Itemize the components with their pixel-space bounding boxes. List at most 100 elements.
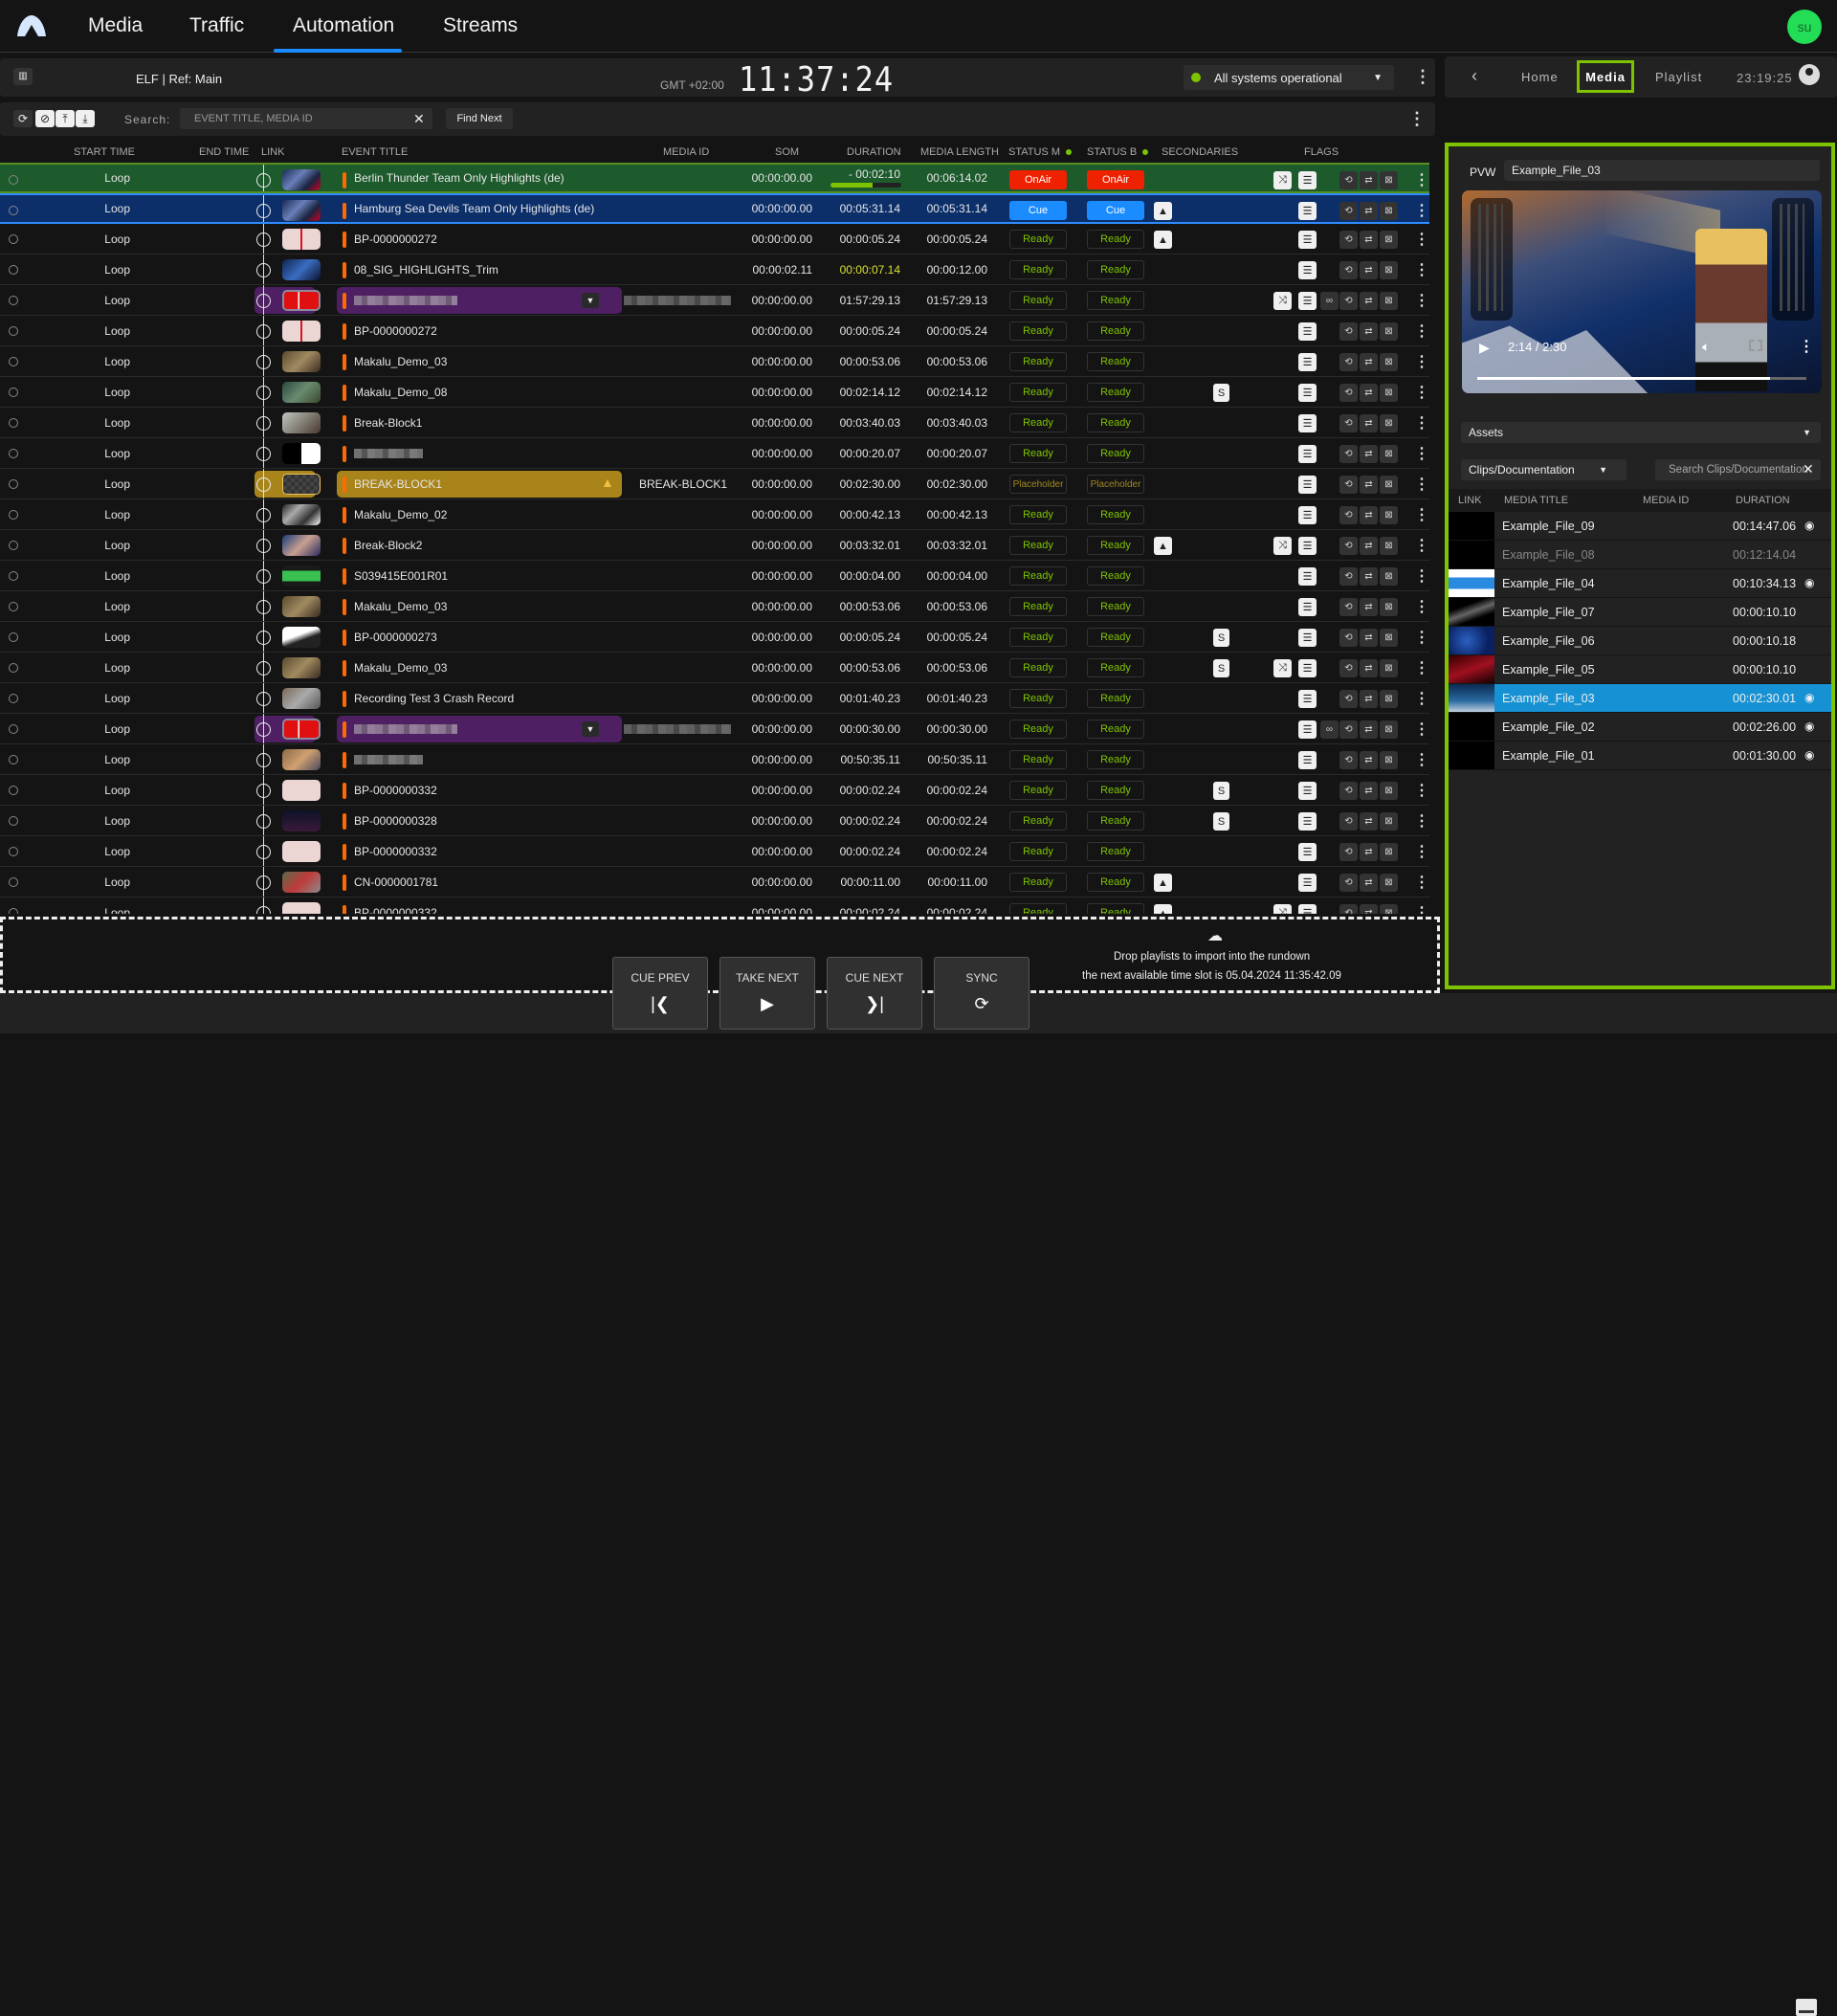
media-thumbnail[interactable]	[282, 229, 321, 250]
col-end-time[interactable]: END TIME	[199, 146, 249, 158]
swap-flag-icon[interactable]: ⇄	[1360, 782, 1378, 800]
table-row[interactable]: Loop ▼ 00:00:00.00 01:57:29.13 01:57:29.13 Re…	[0, 285, 1429, 316]
image-secondary-icon[interactable]: ▲	[1154, 231, 1172, 249]
image-secondary-icon[interactable]: ▲	[1154, 202, 1172, 220]
link-toggle[interactable]	[256, 631, 271, 645]
video-off-icon[interactable]: ⊠	[1380, 414, 1398, 432]
swap-flag-icon[interactable]: ⇄	[1360, 476, 1378, 494]
preview-file-field[interactable]: Example_File_03	[1504, 160, 1820, 181]
media-thumbnail[interactable]	[282, 443, 321, 464]
subtitle-secondary-icon[interactable]: S	[1213, 384, 1229, 402]
col-secondaries[interactable]: SECONDARIES	[1162, 146, 1238, 158]
swap-flag-icon[interactable]: ⇄	[1360, 659, 1378, 677]
link-toggle[interactable]	[256, 263, 271, 277]
media-list-item[interactable]: Example_File_09 00:14:47.06 ◉	[1449, 512, 1831, 541]
video-off-icon[interactable]: ⊠	[1380, 904, 1398, 914]
table-row[interactable]: Loop 08_SIG_HIGHLIGHTS_Trim 00:00:02.11 00:…	[0, 255, 1429, 285]
align-top-icon[interactable]: ⤒	[55, 110, 75, 127]
table-row[interactable]: Loop BREAK-BLOCK1 ▲ BREAK-BLOCK1 00:00:00.00…	[0, 469, 1429, 499]
row-menu-icon[interactable]: ⋮	[1414, 170, 1429, 189]
link-toggle[interactable]	[256, 845, 271, 859]
video-off-icon[interactable]: ⊠	[1380, 537, 1398, 555]
playlist-flag-icon[interactable]: ☰	[1298, 720, 1317, 739]
playlist-flag-icon[interactable]: ☰	[1298, 751, 1317, 769]
event-title[interactable]: Berlin Thunder Team Only Highlights (de)	[354, 165, 622, 191]
link-toggle[interactable]	[256, 784, 271, 798]
video-off-icon[interactable]: ⊠	[1380, 292, 1398, 310]
player-menu-icon[interactable]: ⋮	[1799, 337, 1814, 356]
repeat-flag-icon[interactable]: ⟲	[1339, 598, 1358, 616]
repeat-flag-icon[interactable]: ⟲	[1339, 629, 1358, 647]
repeat-flag-icon[interactable]: ⟲	[1339, 414, 1358, 432]
swap-flag-icon[interactable]: ⇄	[1360, 506, 1378, 524]
video-off-icon[interactable]: ⊠	[1380, 598, 1398, 616]
table-row[interactable]: Loop 00:00:00.00 00:00:20.07 00:00:20.07 Rea…	[0, 438, 1429, 469]
event-title[interactable]: BREAK-BLOCK1	[354, 469, 622, 498]
media-thumbnail[interactable]	[282, 412, 321, 433]
swap-flag-icon[interactable]: ⇄	[1360, 567, 1378, 586]
shuffle-icon[interactable]: ⤨	[1273, 292, 1292, 310]
repeat-flag-icon[interactable]: ⟲	[1339, 476, 1358, 494]
eye-icon[interactable]: ◉	[1804, 748, 1814, 762]
shuffle-icon[interactable]: ⤨	[1273, 171, 1292, 189]
event-title[interactable]: Makalu_Demo_03	[354, 346, 622, 376]
link-toggle[interactable]	[256, 600, 271, 614]
eye-icon[interactable]: ◉	[1804, 576, 1814, 589]
media-thumbnail[interactable]	[282, 351, 321, 372]
timer-off-icon[interactable]: ⊘	[35, 110, 55, 127]
video-off-icon[interactable]: ⊠	[1380, 751, 1398, 769]
event-title[interactable]: Hamburg Sea Devils Team Only Highlights …	[354, 195, 622, 222]
side-tab-media[interactable]: Media	[1577, 60, 1634, 93]
link-toggle[interactable]	[256, 173, 271, 188]
video-off-icon[interactable]: ⊠	[1380, 384, 1398, 402]
col-event-title[interactable]: EVENT TITLE	[342, 146, 408, 158]
repeat-flag-icon[interactable]: ⟲	[1339, 567, 1358, 586]
row-menu-icon[interactable]: ⋮	[1414, 475, 1429, 494]
link-toggle[interactable]	[256, 204, 271, 218]
swap-flag-icon[interactable]: ⇄	[1360, 414, 1378, 432]
playlist-flag-icon[interactable]: ☰	[1298, 812, 1317, 831]
row-menu-icon[interactable]: ⋮	[1414, 750, 1429, 769]
video-off-icon[interactable]: ⊠	[1380, 843, 1398, 861]
media-thumbnail[interactable]	[282, 872, 321, 893]
col-duration[interactable]: DURATION	[847, 146, 901, 158]
col-media-length[interactable]: MEDIA LENGTH	[920, 146, 999, 158]
video-off-icon[interactable]: ⊠	[1380, 353, 1398, 371]
table-row[interactable]: Loop Hamburg Sea Devils Team Only Highlig…	[0, 193, 1429, 224]
account-circle-icon[interactable]	[1799, 64, 1820, 85]
assets-select[interactable]: Assets ▼	[1461, 422, 1821, 443]
chevron-down-icon[interactable]: ▼	[582, 293, 599, 308]
row-menu-icon[interactable]: ⋮	[1414, 628, 1429, 647]
media-thumbnail[interactable]	[282, 657, 321, 678]
event-title[interactable]: BP-0000000273	[354, 622, 622, 652]
link-toggle[interactable]	[256, 233, 271, 247]
media-thumbnail[interactable]	[282, 841, 321, 862]
playlist-flag-icon[interactable]: ☰	[1298, 261, 1317, 279]
media-col-title[interactable]: MEDIA TITLE	[1504, 495, 1568, 506]
link-toggle[interactable]	[256, 324, 271, 339]
swap-flag-icon[interactable]: ⇄	[1360, 751, 1378, 769]
repeat-flag-icon[interactable]: ⟲	[1339, 751, 1358, 769]
playlist-flag-icon[interactable]: ☰	[1298, 476, 1317, 494]
table-row[interactable]: Loop 00:00:00.00 00:50:35.11 00:50:35.11 Rea…	[0, 744, 1429, 775]
repeat-flag-icon[interactable]: ⟲	[1339, 202, 1358, 220]
event-title[interactable]: BP-0000000332	[354, 775, 622, 805]
media-thumbnail[interactable]	[282, 596, 321, 617]
media-thumbnail[interactable]	[282, 627, 321, 648]
media-list-item[interactable]: Example_File_05 00:00:10.10	[1449, 655, 1831, 684]
repeat-flag-icon[interactable]: ⟲	[1339, 812, 1358, 831]
video-off-icon[interactable]: ⊠	[1380, 202, 1398, 220]
sync-button[interactable]: SYNC ⟳	[934, 957, 1029, 1030]
side-tab-playlist[interactable]: Playlist	[1655, 70, 1702, 84]
row-menu-icon[interactable]: ⋮	[1414, 811, 1429, 831]
image-secondary-icon[interactable]: ▲	[1154, 904, 1172, 914]
playlist-flag-icon[interactable]: ☰	[1298, 567, 1317, 586]
link-toggle[interactable]	[256, 722, 271, 737]
row-menu-icon[interactable]: ⋮	[1414, 321, 1429, 341]
playlist-flag-icon[interactable]: ☰	[1298, 904, 1317, 914]
video-off-icon[interactable]: ⊠	[1380, 231, 1398, 249]
shuffle-icon[interactable]: ⤨	[1273, 537, 1292, 555]
playlist-flag-icon[interactable]: ☰	[1298, 782, 1317, 800]
align-bottom-icon[interactable]: ⤓	[76, 110, 95, 127]
media-list-item[interactable]: Example_File_01 00:01:30.00 ◉	[1449, 742, 1831, 770]
